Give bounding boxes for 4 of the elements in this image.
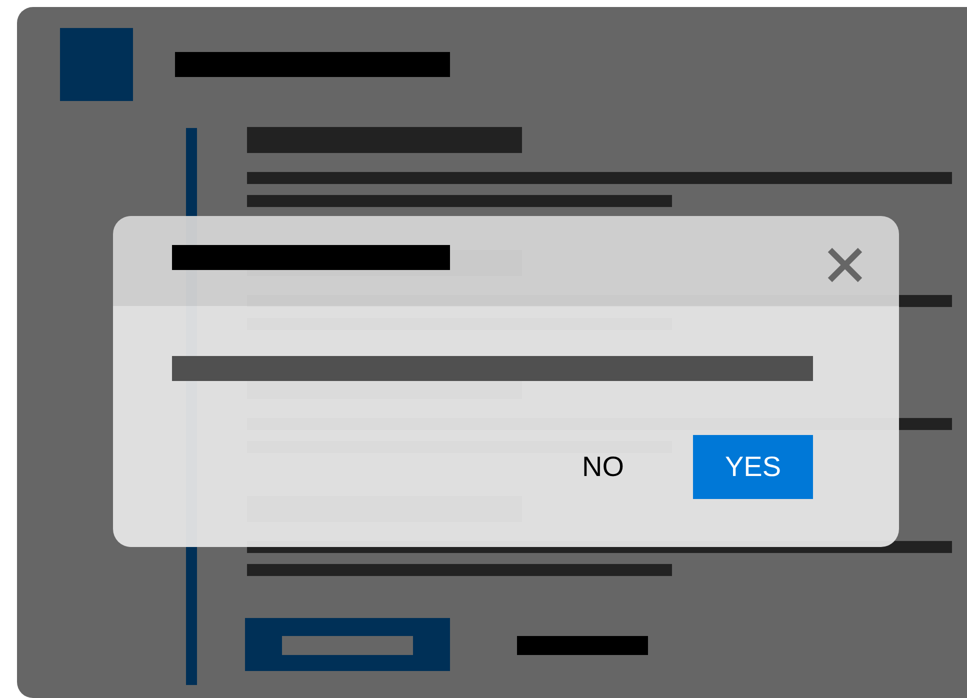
no-button[interactable]: NO bbox=[560, 435, 646, 499]
button[interactable] bbox=[245, 618, 450, 671]
yes-button[interactable]: YES bbox=[693, 435, 813, 499]
close-icon[interactable] bbox=[827, 247, 863, 283]
